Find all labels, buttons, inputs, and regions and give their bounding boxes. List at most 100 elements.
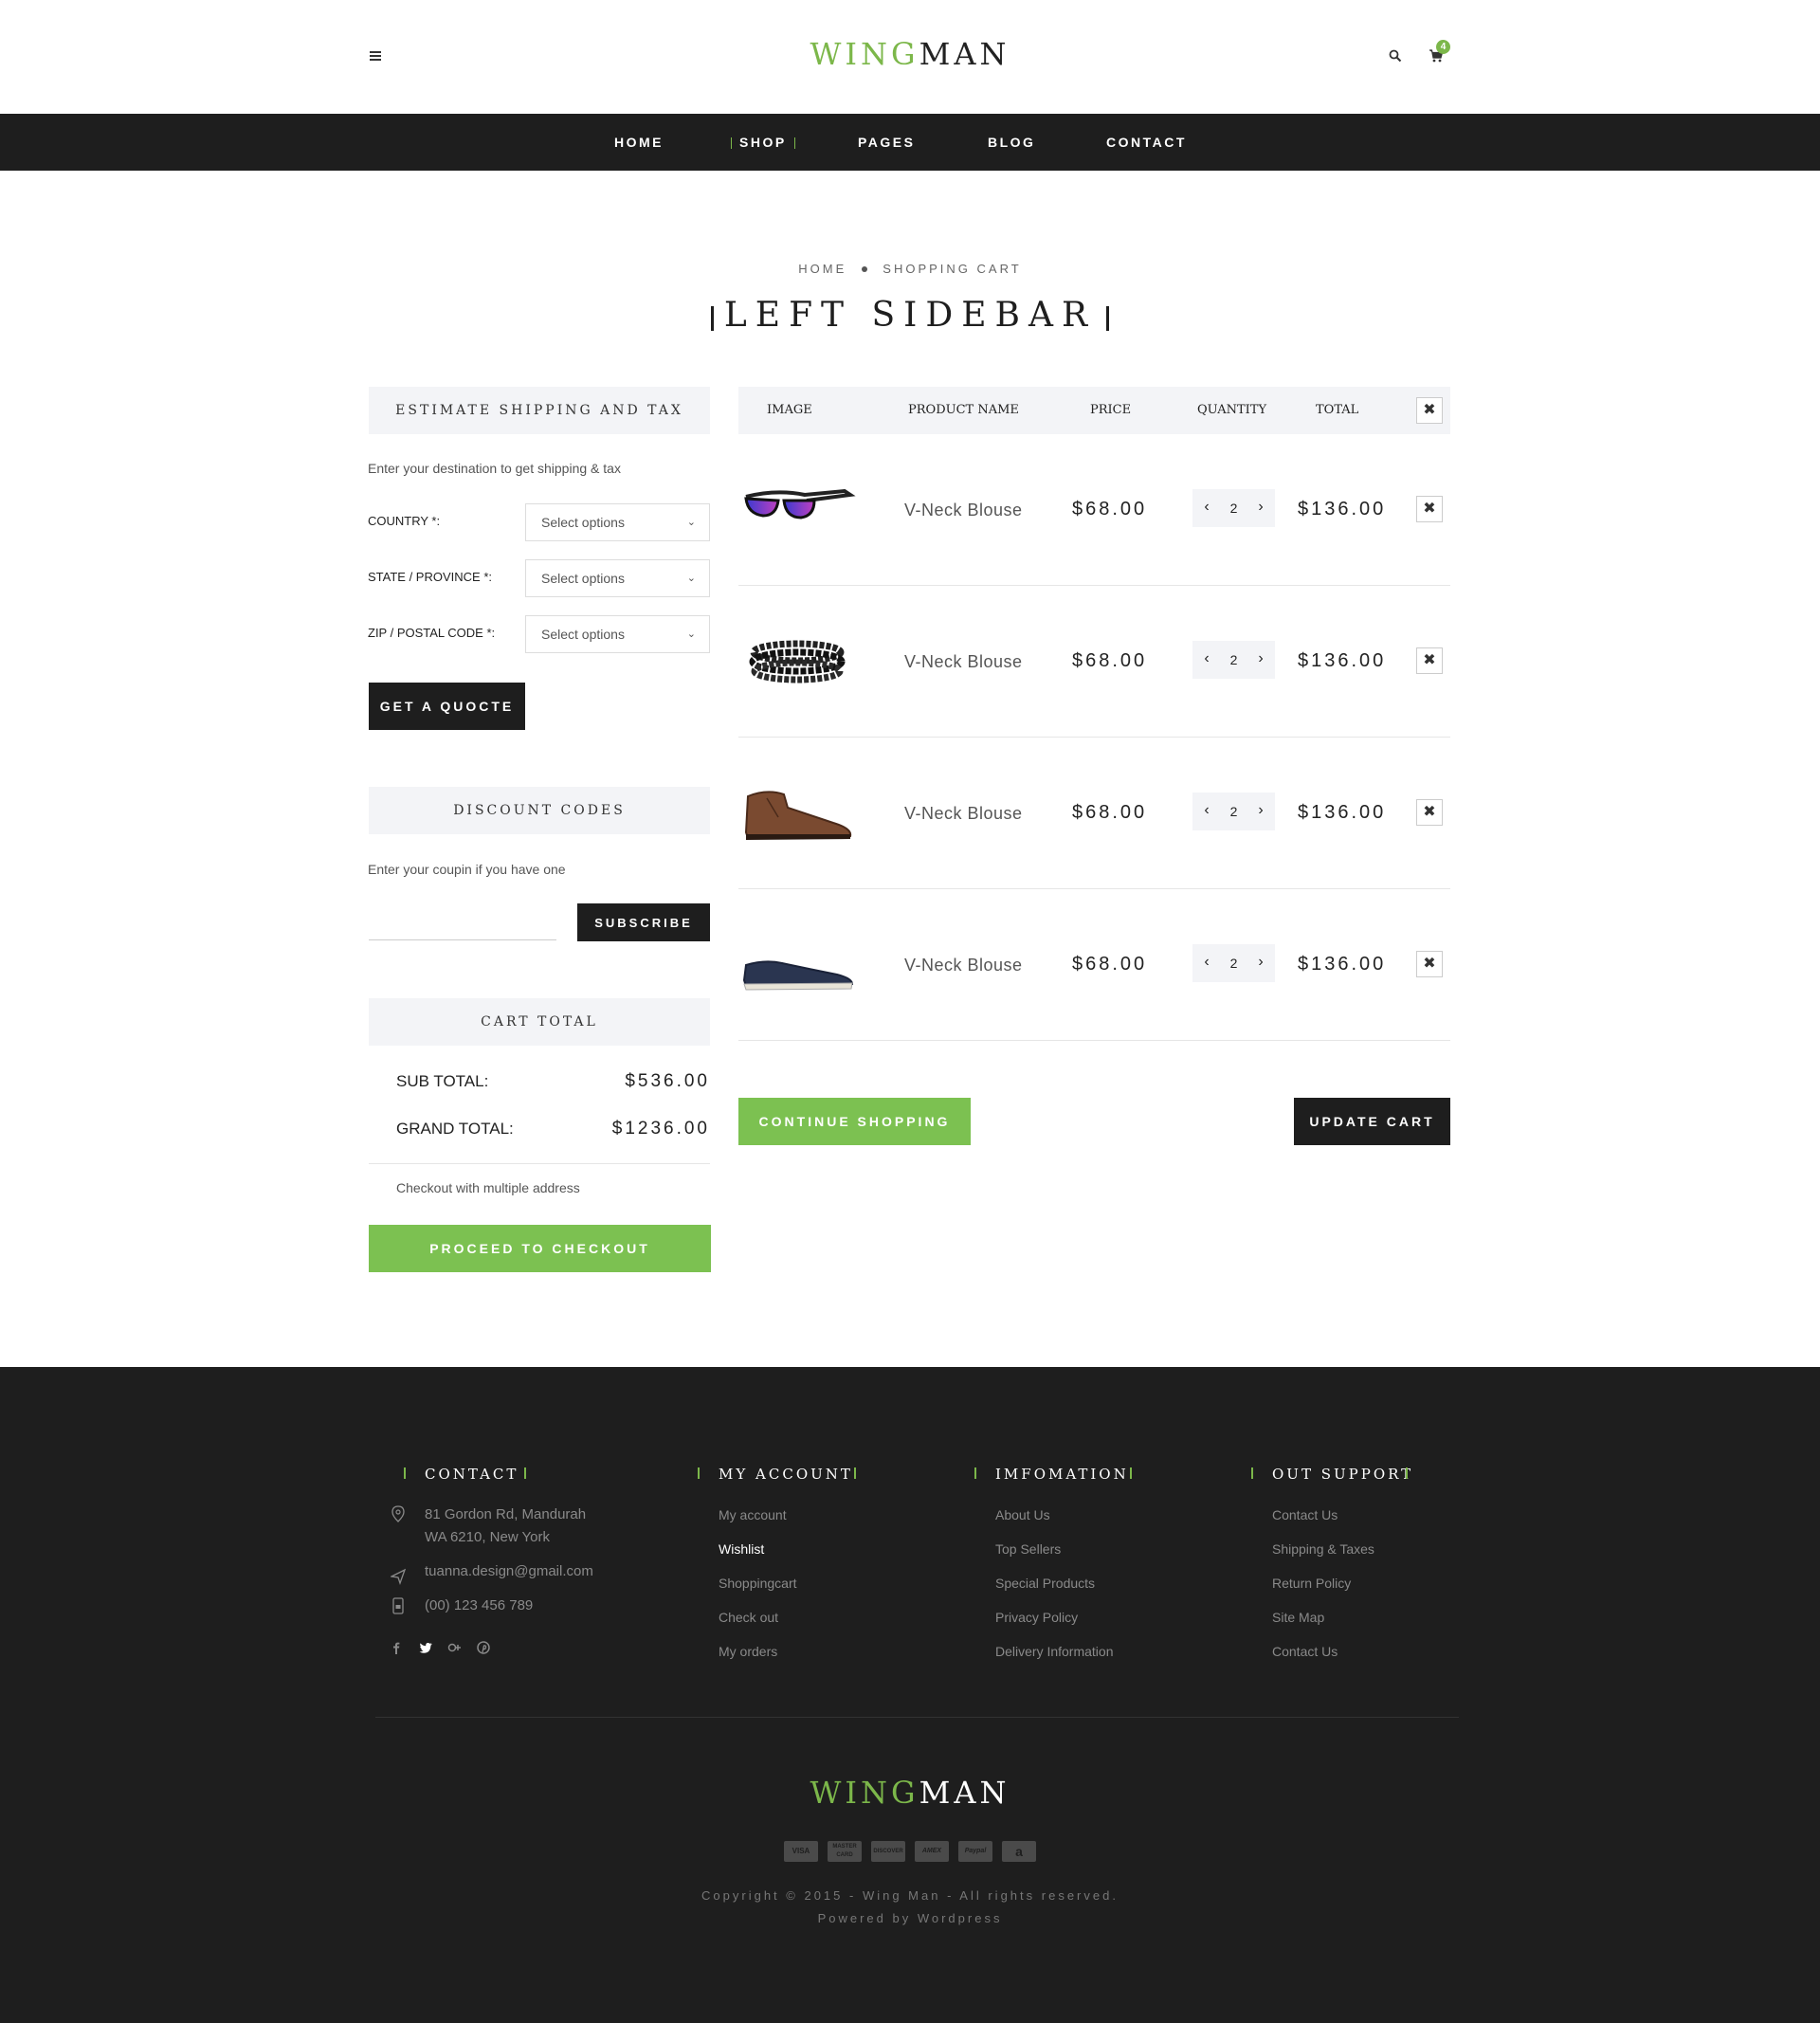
footer-link-return-policy[interactable]: Return Policy [1272, 1576, 1351, 1591]
facebook-icon[interactable] [389, 1640, 404, 1655]
shipping-heading: ESTIMATE SHIPPING AND TAX [369, 387, 710, 434]
remove-item-icon[interactable]: ✖ [1416, 799, 1443, 826]
product-name[interactable]: V-Neck Blouse [904, 501, 1023, 520]
row-total: $136.00 [1298, 802, 1387, 823]
nav-active-bar [731, 137, 732, 150]
increase-quantity-icon[interactable]: › [1249, 489, 1272, 527]
product-name[interactable]: V-Neck Blouse [904, 804, 1023, 824]
nav-blog[interactable]: BLOG [988, 114, 1035, 171]
product-name[interactable]: V-Neck Blouse [904, 652, 1023, 672]
site-footer: CONTACT 81 Gordon Rd, Mandurah WA 6210, … [0, 1367, 1820, 2023]
nav-pages[interactable]: PAGES [858, 114, 915, 171]
zip-select[interactable]: Select options ⌄ [525, 615, 710, 653]
logo-man: MAN [919, 36, 1010, 72]
row-divider [738, 1040, 1450, 1041]
amazon-icon: a [1002, 1841, 1036, 1862]
footer-link-special-products[interactable]: Special Products [995, 1576, 1095, 1591]
breadcrumb-current: SHOPPING CART [883, 262, 1022, 276]
footer-link-contact-us-2[interactable]: Contact Us [1272, 1644, 1338, 1659]
footer-link-privacy-policy[interactable]: Privacy Policy [995, 1610, 1078, 1625]
update-cart-button[interactable]: UPDATE CART [1294, 1098, 1450, 1145]
footer-logo-wing: WING [810, 1775, 919, 1811]
heading-accent-bar [698, 1467, 700, 1479]
coupon-input[interactable] [369, 902, 556, 940]
footer-link-my-orders[interactable]: My orders [719, 1644, 777, 1659]
footer-account-heading: MY ACCOUNT [719, 1466, 853, 1483]
row-total: $136.00 [1298, 954, 1387, 975]
bracelet-image [749, 640, 846, 683]
nav-shop[interactable]: SHOP [723, 114, 803, 171]
site-logo[interactable]: WINGMAN [0, 36, 1820, 72]
col-image: IMAGE [767, 403, 812, 417]
footer-logo[interactable]: WINGMAN [0, 1775, 1820, 1811]
footer-link-site-map[interactable]: Site Map [1272, 1610, 1324, 1625]
footer-support-heading: OUT SUPPORT [1272, 1466, 1414, 1483]
footer-link-top-sellers[interactable]: Top Sellers [995, 1541, 1061, 1557]
heading-accent-bar [854, 1467, 856, 1479]
breadcrumb-home[interactable]: HOME [798, 262, 846, 276]
footer-link-wishlist[interactable]: Wishlist [719, 1541, 764, 1557]
search-icon[interactable] [1389, 49, 1402, 63]
quantity-value[interactable]: 2 [1215, 944, 1252, 982]
continue-shopping-button[interactable]: CONTINUE SHOPPING [738, 1098, 971, 1145]
discount-heading: DISCOUNT CODES [369, 787, 710, 834]
subscribe-button[interactable]: SUBSCRIBE [577, 903, 710, 941]
footer-email[interactable]: tuanna.design@gmail.com [425, 1560, 593, 1583]
nav-contact[interactable]: CONTACT [1106, 114, 1187, 171]
nav-home[interactable]: HOME [614, 114, 664, 171]
footer-link-delivery-information[interactable]: Delivery Information [995, 1644, 1114, 1659]
quantity-value[interactable]: 2 [1215, 793, 1252, 830]
quantity-stepper: ‹ 2 › [1192, 793, 1275, 830]
product-price: $68.00 [1072, 650, 1148, 671]
google-plus-icon[interactable] [446, 1640, 462, 1655]
heading-accent-bar [1406, 1467, 1408, 1479]
quantity-value[interactable]: 2 [1215, 489, 1252, 527]
footer-link-about-us[interactable]: About Us [995, 1507, 1050, 1522]
footer-link-shipping-taxes[interactable]: Shipping & Taxes [1272, 1541, 1374, 1557]
state-select[interactable]: Select options ⌄ [525, 559, 710, 597]
remove-item-icon[interactable]: ✖ [1416, 647, 1443, 674]
remove-item-icon[interactable]: ✖ [1416, 951, 1443, 977]
product-name[interactable]: V-Neck Blouse [904, 956, 1023, 975]
footer-phone[interactable]: (00) 123 456 789 [425, 1595, 533, 1617]
footer-link-contact-us[interactable]: Contact Us [1272, 1507, 1338, 1522]
footer-link-my-account[interactable]: My account [719, 1507, 787, 1522]
quantity-stepper: ‹ 2 › [1192, 641, 1275, 679]
quantity-value[interactable]: 2 [1215, 641, 1252, 679]
country-select-value: Select options [541, 515, 625, 530]
increase-quantity-icon[interactable]: › [1249, 641, 1272, 679]
increase-quantity-icon[interactable]: › [1249, 793, 1272, 830]
phone-icon [392, 1597, 404, 1614]
navy-sneaker-image [742, 960, 854, 991]
multi-address-link[interactable]: Checkout with multiple address [396, 1180, 580, 1195]
quantity-stepper: ‹ 2 › [1192, 489, 1275, 527]
clear-cart-icon[interactable]: ✖ [1416, 397, 1443, 424]
visa-icon: VISA [784, 1841, 818, 1862]
chevron-down-icon: ⌄ [686, 573, 696, 584]
heading-accent-bar [974, 1467, 976, 1479]
title-right-bar [1106, 306, 1109, 331]
subtotal-value: $536.00 [625, 1071, 710, 1091]
remove-item-icon[interactable]: ✖ [1416, 496, 1443, 522]
discover-icon: DISCOVER [871, 1841, 905, 1862]
copyright-text: Copyright © 2015 - Wing Man - All rights… [701, 1888, 1119, 1903]
footer-address-line1: 81 Gordon Rd, Mandurah [425, 1506, 587, 1522]
pinterest-icon[interactable] [476, 1640, 491, 1655]
zip-label: ZIP / POSTAL CODE *: [368, 626, 496, 640]
country-select[interactable]: Select options ⌄ [525, 503, 710, 541]
twitter-icon[interactable] [418, 1640, 433, 1655]
product-price: $68.00 [1072, 802, 1148, 823]
cart-row: V-Neck Blouse $68.00 ‹ 2 › $136.00 ✖ [738, 434, 1450, 586]
heading-accent-bar [1251, 1467, 1253, 1479]
increase-quantity-icon[interactable]: › [1249, 944, 1272, 982]
heading-accent-bar [404, 1467, 406, 1479]
footer-logo-man: MAN [919, 1775, 1010, 1811]
get-quote-button[interactable]: GET A QUOCTE [369, 683, 525, 730]
proceed-checkout-button[interactable]: PROCEED TO CHECKOUT [369, 1225, 711, 1272]
country-label: COUNTRY *: [368, 514, 441, 528]
subtotal-label: SUB TOTAL: [396, 1072, 489, 1090]
footer-link-checkout[interactable]: Check out [719, 1610, 778, 1625]
footer-link-shoppingcart[interactable]: Shoppingcart [719, 1576, 797, 1591]
state-select-value: Select options [541, 571, 625, 586]
col-product-name: PRODUCT NAME [908, 403, 1019, 417]
